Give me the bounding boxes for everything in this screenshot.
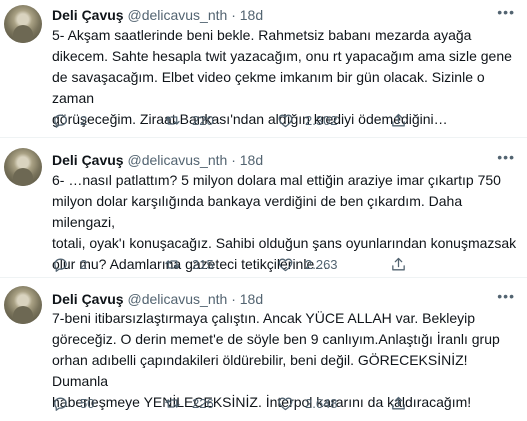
- tweet-actions: 2 220 2.302: [52, 111, 512, 129]
- tweet-time[interactable]: 18d: [240, 291, 263, 307]
- tweet-header: Deli Çavuş @delicavus_nth · 18d: [52, 6, 263, 24]
- avatar[interactable]: [4, 148, 42, 186]
- tweet[interactable]: Deli Çavuş @delicavus_nth · 18d ••• 5- A…: [0, 0, 527, 138]
- retweet-icon: [165, 115, 180, 125]
- retweet-button[interactable]: 215: [164, 255, 214, 273]
- like-button[interactable]: 2.302: [277, 111, 338, 129]
- author-handle[interactable]: @delicavus_nth: [127, 291, 227, 307]
- retweet-button[interactable]: 226: [164, 394, 214, 412]
- separator-dot: ·: [231, 7, 236, 23]
- share-button[interactable]: [390, 394, 407, 412]
- tweet-actions: 50 226 2.648: [52, 394, 512, 412]
- share-button[interactable]: [390, 111, 407, 129]
- share-icon: [392, 396, 405, 409]
- tweet[interactable]: Deli Çavuş @delicavus_nth · 18d ••• 7-be…: [0, 278, 527, 421]
- separator-dot: ·: [231, 152, 236, 168]
- retweet-count: 220: [192, 112, 214, 128]
- author-name[interactable]: Deli Çavuş: [52, 291, 124, 307]
- tweet-actions: 2 215 2.263: [52, 255, 512, 273]
- more-icon[interactable]: •••: [497, 288, 515, 304]
- author-handle[interactable]: @delicavus_nth: [127, 7, 227, 23]
- tweet-header: Deli Çavuş @delicavus_nth · 18d: [52, 290, 263, 308]
- reply-icon: [54, 397, 67, 411]
- heart-icon: [278, 258, 293, 271]
- avatar[interactable]: [4, 286, 42, 324]
- heart-icon: [278, 397, 293, 410]
- like-button[interactable]: 2.648: [277, 394, 338, 412]
- share-icon: [392, 257, 405, 270]
- reply-button[interactable]: 2: [52, 255, 87, 273]
- reply-icon: [54, 258, 67, 272]
- reply-count: 50: [80, 395, 95, 411]
- retweet-button[interactable]: 220: [164, 111, 214, 129]
- retweet-count: 215: [192, 256, 214, 272]
- more-icon[interactable]: •••: [497, 4, 515, 20]
- reply-count: 2: [80, 112, 88, 128]
- share-button[interactable]: [390, 255, 407, 273]
- tweet-time[interactable]: 18d: [240, 152, 263, 168]
- more-icon[interactable]: •••: [497, 149, 515, 165]
- reply-button[interactable]: 2: [52, 111, 87, 129]
- like-count: 2.263: [305, 256, 338, 272]
- author-name[interactable]: Deli Çavuş: [52, 7, 124, 23]
- heart-icon: [278, 114, 293, 127]
- like-count: 2.302: [305, 112, 338, 128]
- like-button[interactable]: 2.263: [277, 255, 338, 273]
- like-count: 2.648: [305, 395, 338, 411]
- retweet-icon: [165, 398, 180, 408]
- reply-count: 2: [80, 256, 88, 272]
- tweet-time[interactable]: 18d: [240, 7, 263, 23]
- retweet-count: 226: [192, 395, 214, 411]
- reply-icon: [54, 114, 67, 128]
- avatar[interactable]: [4, 5, 42, 43]
- reply-button[interactable]: 50: [52, 394, 94, 412]
- tweet-header: Deli Çavuş @delicavus_nth · 18d: [52, 151, 263, 169]
- author-handle[interactable]: @delicavus_nth: [127, 152, 227, 168]
- tweet[interactable]: Deli Çavuş @delicavus_nth · 18d ••• 6- ……: [0, 138, 527, 278]
- author-name[interactable]: Deli Çavuş: [52, 152, 124, 168]
- share-icon: [392, 113, 405, 126]
- retweet-icon: [165, 259, 180, 269]
- separator-dot: ·: [231, 291, 236, 307]
